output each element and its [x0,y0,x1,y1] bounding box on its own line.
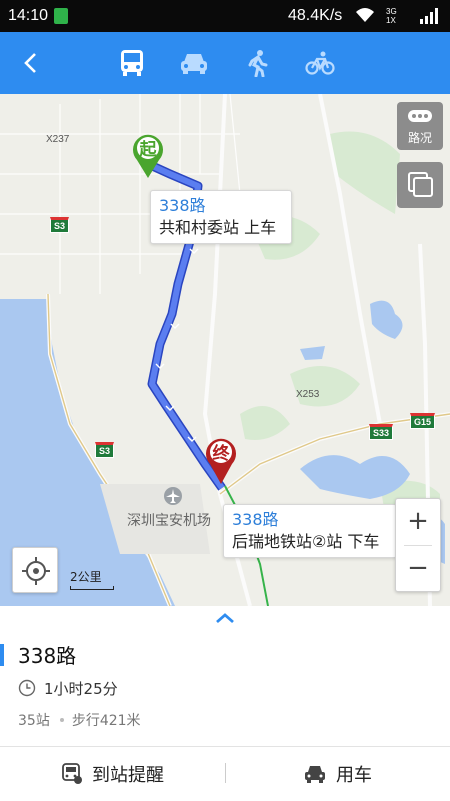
zoom-out-button[interactable]: − [396,546,440,592]
arrival-reminder-button[interactable]: 到站提醒 [62,747,164,801]
route-title: 338路 [18,644,77,668]
tab-car[interactable] [172,32,216,94]
end-marker[interactable]: 终 [204,436,238,486]
start-marker[interactable]: 起 [131,132,165,180]
bus-alarm-icon [62,763,82,784]
security-shield-icon [54,8,68,24]
walk-distance: 步行421米 [71,713,141,729]
traffic-toggle-button[interactable]: 路况 [397,102,443,150]
highway-shield-s3-top: S3 [50,217,70,233]
car-service-icon [305,766,325,783]
network-speed: 48.4K/s [288,7,343,24]
station-count: 35站 [18,713,50,729]
bike-icon [305,51,335,75]
network-type-top: 3G [386,7,397,16]
map-scale: 2公里 [70,566,116,590]
clock-icon [18,679,36,697]
start-marker-label: 起 [139,140,157,160]
transport-mode-bar [0,32,450,94]
tab-walk[interactable] [236,32,280,94]
end-callout-route: 338路 [232,510,279,529]
trip-stats: 35站 步行421米 [18,710,141,730]
scale-bar [70,586,114,590]
traffic-icon [408,110,432,122]
road-label-x237: X237 [46,134,70,145]
signal-icon [420,8,438,24]
layers-icon [408,172,433,197]
start-callout-route: 338路 [159,196,206,215]
road-label-x253: X253 [296,389,320,400]
zoom-controls: + − [395,498,441,592]
network-type: 3G 1X [386,7,397,25]
end-stop-callout[interactable]: 338路 后瑞地铁站②站 下车 [223,504,397,558]
back-button[interactable] [10,32,50,94]
ride-hailing-button[interactable]: 用车 [304,747,372,801]
status-time: 14:10 [8,7,49,24]
action-divider [225,763,226,783]
locate-icon [22,557,50,585]
wifi-icon [356,8,374,22]
route-title-accent [0,644,4,666]
end-callout-stop: 后瑞地铁站②站 下车 [232,532,380,551]
expand-chevron-icon[interactable] [214,612,236,624]
tab-bike[interactable] [298,32,342,94]
highway-shield-s3-bottom: S3 [95,442,115,458]
route-detail-panel[interactable]: 338路 1小时25分 35站 步行421米 到站提醒 用车 [0,606,450,800]
tab-bus[interactable] [110,32,154,94]
network-type-bottom: 1X [386,16,396,25]
bus-icon [121,50,143,76]
highway-shield-g15: G15 [410,413,436,429]
highway-shield-s33: S33 [369,424,394,440]
start-callout-stop: 共和村委站 上车 [159,218,277,237]
trip-duration: 1小时25分 [44,680,118,698]
locate-button[interactable] [12,547,58,593]
zoom-in-button[interactable]: + [396,499,440,545]
start-stop-callout[interactable]: 338路 共和村委站 上车 [150,190,292,244]
map-view[interactable]: X237 X253 S3 S3 S33 G15 深圳宝安机场 起 终 338路 … [0,94,450,606]
airport-icon [164,487,182,505]
airport-label: 深圳宝安机场 [127,513,211,529]
scale-label: 2公里 [70,570,102,584]
ride-hailing-label: 用车 [336,765,372,786]
stats-separator [59,717,64,722]
status-bar: 14:10 48.4K/s 3G 1X [0,0,450,32]
car-icon [181,54,207,74]
back-arrow-icon [24,53,36,73]
layers-button[interactable] [397,162,443,208]
end-marker-label: 终 [212,444,230,464]
arrival-reminder-label: 到站提醒 [92,765,164,786]
walk-icon [248,50,268,77]
traffic-label: 路况 [407,131,432,145]
